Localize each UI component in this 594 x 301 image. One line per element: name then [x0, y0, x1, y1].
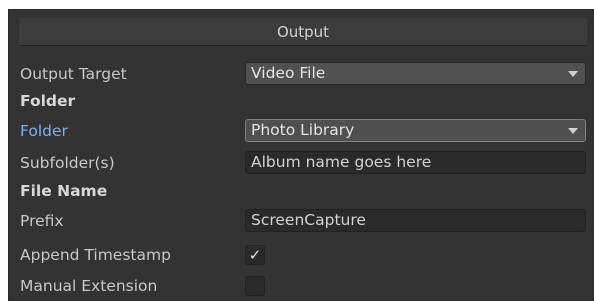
folder-heading: Folder	[20, 92, 76, 110]
output-target-dropdown[interactable]: Video File	[245, 62, 586, 85]
checkmark-icon: ✓	[248, 246, 262, 264]
prefix-label: Prefix	[20, 212, 64, 230]
file-name-heading: File Name	[20, 182, 108, 200]
folder-label: Folder	[20, 122, 68, 140]
output-target-label: Output Target	[20, 65, 127, 83]
output-panel: Output Output Target Video File Folder F…	[8, 9, 594, 301]
section-header[interactable]: Output	[19, 18, 587, 46]
manual-extension-label: Manual Extension	[20, 277, 158, 295]
prefix-input[interactable]: ScreenCapture	[245, 209, 586, 232]
triangle-down-icon	[568, 128, 578, 134]
manual-extension-checkbox[interactable]	[245, 276, 265, 296]
folder-dropdown[interactable]: Photo Library	[245, 119, 586, 142]
append-timestamp-label: Append Timestamp	[20, 246, 171, 264]
triangle-down-icon	[568, 71, 578, 77]
output-target-value: Video File	[251, 64, 326, 82]
folder-value: Photo Library	[251, 121, 355, 139]
subfolder-input[interactable]: Album name goes here	[245, 151, 586, 174]
subfolder-label: Subfolder(s)	[20, 154, 115, 172]
append-timestamp-checkbox[interactable]: ✓	[245, 245, 265, 265]
